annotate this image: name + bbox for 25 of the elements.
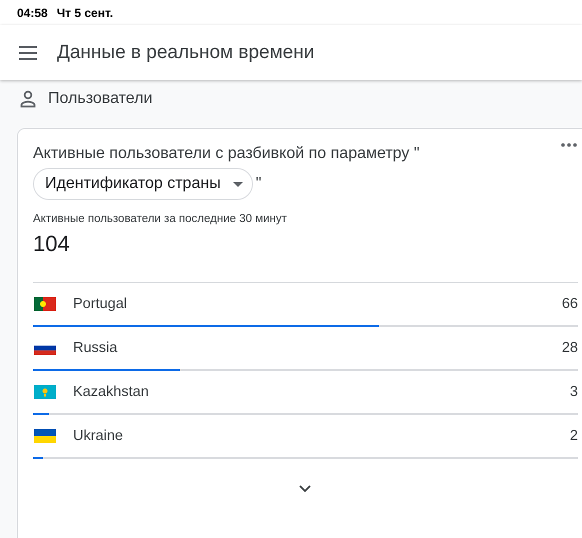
user-count: 3: [570, 384, 578, 400]
user-count: 66: [562, 296, 578, 312]
flag-icon: [34, 429, 56, 443]
person-icon: [19, 90, 37, 108]
section-title: Пользователи: [48, 90, 152, 108]
dimension-dropdown[interactable]: Идентификатор страны: [33, 168, 253, 200]
metric-label: Активные пользователи за последние 30 минут: [33, 213, 288, 225]
user-count: 2: [570, 428, 578, 444]
title-quote: ": [256, 174, 262, 194]
card-title: Активные пользователи с разбивкой по параметру ": [33, 144, 420, 164]
country-name: Portugal: [73, 296, 128, 312]
page-title: Данные в реальном времени: [57, 42, 314, 64]
country-name: Kazakhstan: [73, 384, 150, 400]
flag-icon: [34, 385, 56, 399]
status-date: Чт 5 сент.: [56, 6, 114, 20]
status-time: 04:58: [17, 6, 48, 20]
flag-icon: [34, 297, 56, 311]
metric-value: 104: [33, 231, 71, 257]
caret-icon: [232, 182, 243, 186]
menu-icon[interactable]: [18, 44, 38, 60]
more-icon[interactable]: [561, 143, 577, 147]
expand-icon[interactable]: [299, 485, 311, 493]
country-name: Russia: [73, 340, 118, 356]
country-name: Ukraine: [73, 428, 124, 444]
user-count: 28: [562, 340, 578, 356]
